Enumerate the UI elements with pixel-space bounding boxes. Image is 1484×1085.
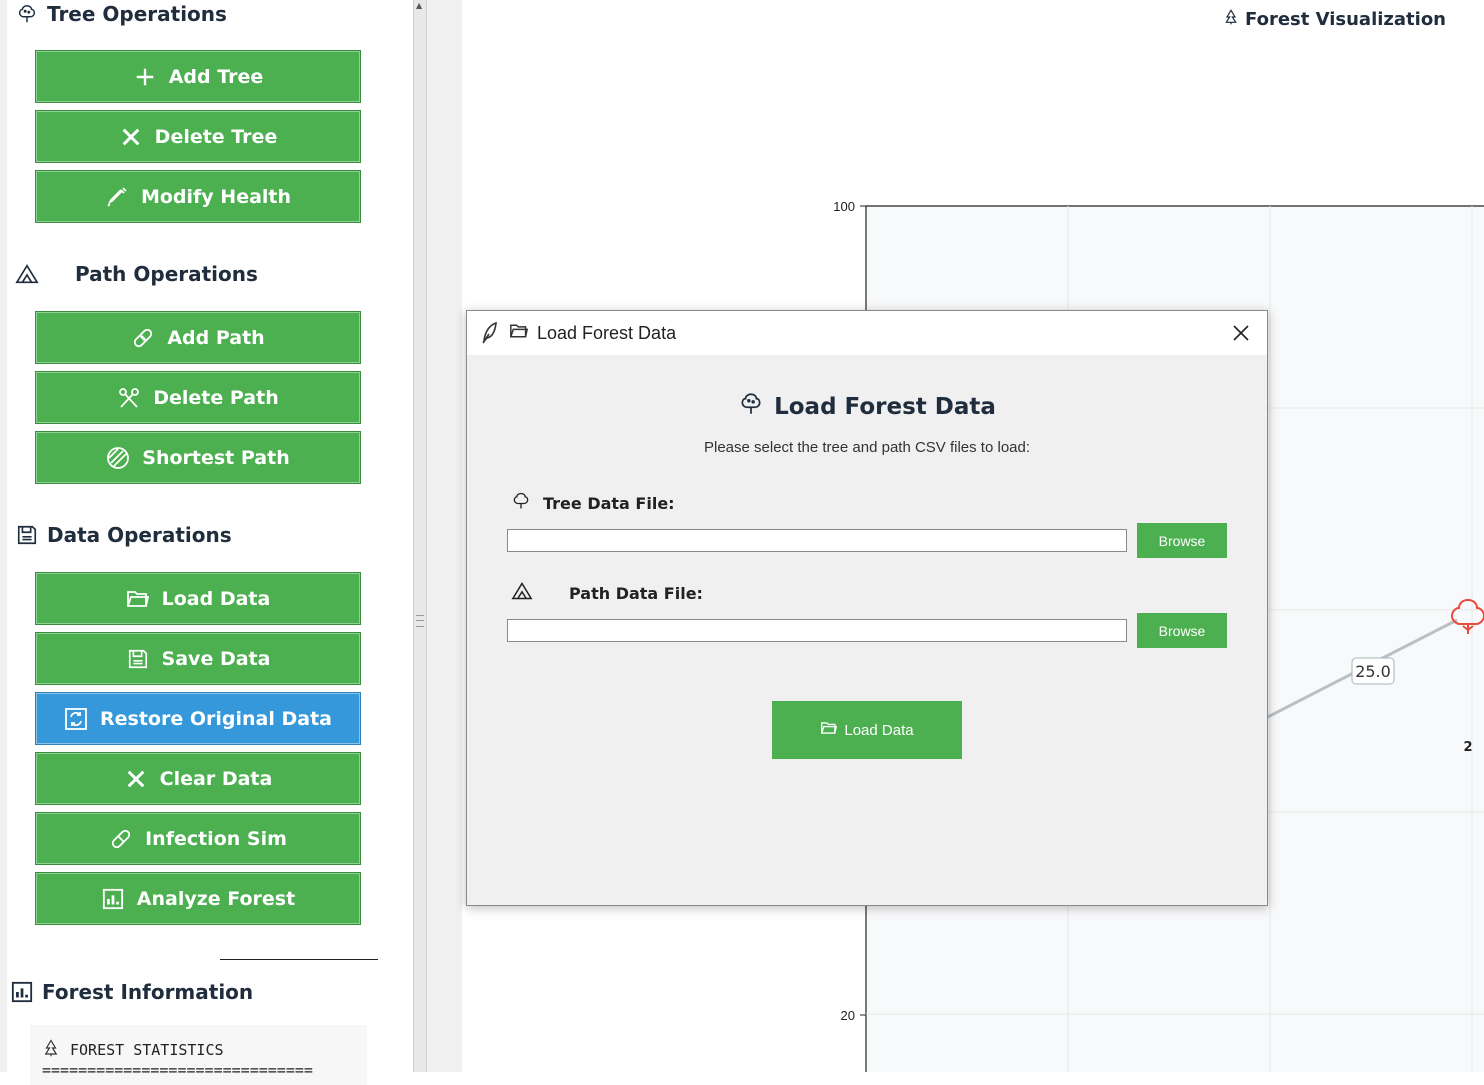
data-operations-title: Data Operations	[47, 523, 232, 547]
syringe-icon	[105, 185, 129, 209]
delete-path-button[interactable]: Delete Path	[35, 371, 361, 424]
delete-tree-button[interactable]: Delete Tree	[35, 110, 361, 163]
tree-icon	[738, 391, 764, 423]
forest-statistics-panel: FOREST STATISTICS ======================…	[30, 1025, 367, 1085]
restore-original-data-label: Restore Original Data	[100, 707, 332, 730]
delete-path-label: Delete Path	[153, 386, 279, 409]
load-data-label: Load Data	[161, 587, 271, 610]
plot-title: Forest Visualization	[1223, 8, 1446, 31]
panel-gutter	[427, 0, 462, 1072]
globe-icon	[106, 446, 130, 470]
add-tree-button[interactable]: Add Tree	[35, 50, 361, 103]
add-path-button[interactable]: Add Path	[35, 311, 361, 364]
infection-sim-button[interactable]: Infection Sim	[35, 812, 361, 865]
floppy-disk-icon	[15, 523, 39, 547]
node-label: 2	[1463, 740, 1472, 755]
tree-operations-header: Tree Operations	[15, 2, 227, 26]
folder-icon	[820, 720, 838, 740]
y-tick-label-top: 100	[833, 199, 855, 214]
dialog-load-data-label: Load Data	[844, 721, 914, 739]
path-browse-button[interactable]: Browse	[1137, 613, 1227, 648]
add-tree-label: Add Tree	[168, 65, 264, 88]
modify-health-button[interactable]: Modify Health	[35, 170, 361, 223]
analyze-forest-label: Analyze Forest	[136, 887, 296, 910]
dialog-subtitle: Please select the tree and path CSV file…	[703, 439, 1031, 456]
dialog-window-title: Load Forest Data	[509, 322, 676, 345]
mountain-icon	[15, 262, 39, 286]
scissors-icon	[117, 386, 141, 410]
infection-sim-label: Infection Sim	[145, 827, 287, 850]
sidebar-scrollbar[interactable]: ▲	[413, 0, 427, 1072]
refresh-icon	[64, 707, 88, 731]
scrollbar-grip[interactable]	[416, 615, 424, 627]
dialog-heading-text: Load Forest Data	[774, 394, 996, 420]
data-operations-header: Data Operations	[15, 523, 232, 547]
load-data-button[interactable]: Load Data	[35, 572, 361, 625]
dialog-heading: Load Forest Data	[467, 391, 1267, 423]
modify-health-label: Modify Health	[140, 185, 292, 208]
shortest-path-button[interactable]: Shortest Path	[35, 431, 361, 484]
forest-information-title: Forest Information	[42, 980, 254, 1004]
forest-statistics-heading: FOREST STATISTICS	[70, 1041, 224, 1059]
pine-tree-icon	[42, 1039, 60, 1061]
path-data-file-input[interactable]	[507, 619, 1127, 642]
folder-icon	[509, 322, 529, 345]
add-path-label: Add Path	[167, 326, 265, 349]
tree-data-file-label-text: Tree Data File:	[543, 493, 675, 513]
edge-weight-label: 25.0	[1355, 662, 1391, 681]
forest-statistics-rule: ==============================	[42, 1061, 313, 1079]
close-icon	[119, 125, 143, 149]
y-tick-label-bottom: 20	[841, 1008, 855, 1023]
delete-tree-label: Delete Tree	[154, 125, 278, 148]
tree-operations-title: Tree Operations	[47, 2, 227, 26]
clear-data-label: Clear Data	[159, 767, 273, 790]
dialog-load-data-button[interactable]: Load Data	[772, 701, 962, 759]
scroll-up-arrow-icon[interactable]: ▲	[416, 1, 422, 10]
save-data-label: Save Data	[161, 647, 271, 670]
forest-information-header: Forest Information	[10, 980, 253, 1004]
tree-icon	[511, 491, 531, 515]
load-forest-data-dialog: Load Forest Data Load Forest Data Please…	[466, 310, 1268, 906]
tree-data-file-label: Tree Data File:	[511, 491, 675, 515]
close-icon	[124, 767, 148, 791]
section-divider	[220, 959, 378, 960]
bar-chart-icon	[101, 887, 125, 911]
floppy-disk-icon	[126, 647, 150, 671]
tree-icon	[15, 2, 39, 26]
tree-data-file-input[interactable]	[507, 529, 1127, 552]
plus-icon	[133, 65, 157, 89]
folder-icon	[126, 587, 150, 611]
dialog-titlebar[interactable]: Load Forest Data	[467, 311, 1267, 355]
path-operations-header: Path Operations	[15, 262, 258, 286]
dialog-window-title-text: Load Forest Data	[537, 323, 677, 343]
feather-icon	[481, 321, 499, 349]
pill-icon	[109, 827, 133, 851]
restore-original-data-button[interactable]: Restore Original Data	[35, 692, 361, 745]
clear-data-button[interactable]: Clear Data	[35, 752, 361, 805]
shortest-path-label: Shortest Path	[142, 446, 290, 469]
path-operations-title: Path Operations	[75, 262, 258, 286]
path-data-file-label: Path Data File:	[511, 581, 703, 605]
analyze-forest-button[interactable]: Analyze Forest	[35, 872, 361, 925]
path-data-file-label-text: Path Data File:	[569, 583, 703, 603]
control-sidebar: Tree Operations Add Tree Delete Tree Mod…	[0, 0, 413, 1085]
close-icon[interactable]	[1229, 321, 1253, 345]
mountain-icon	[511, 581, 533, 605]
bar-chart-icon	[10, 980, 34, 1004]
plot-title-text: Forest Visualization	[1245, 9, 1446, 30]
save-data-button[interactable]: Save Data	[35, 632, 361, 685]
tree-browse-button[interactable]: Browse	[1137, 523, 1227, 558]
pine-tree-icon	[1223, 8, 1239, 31]
bandage-icon	[131, 326, 155, 350]
